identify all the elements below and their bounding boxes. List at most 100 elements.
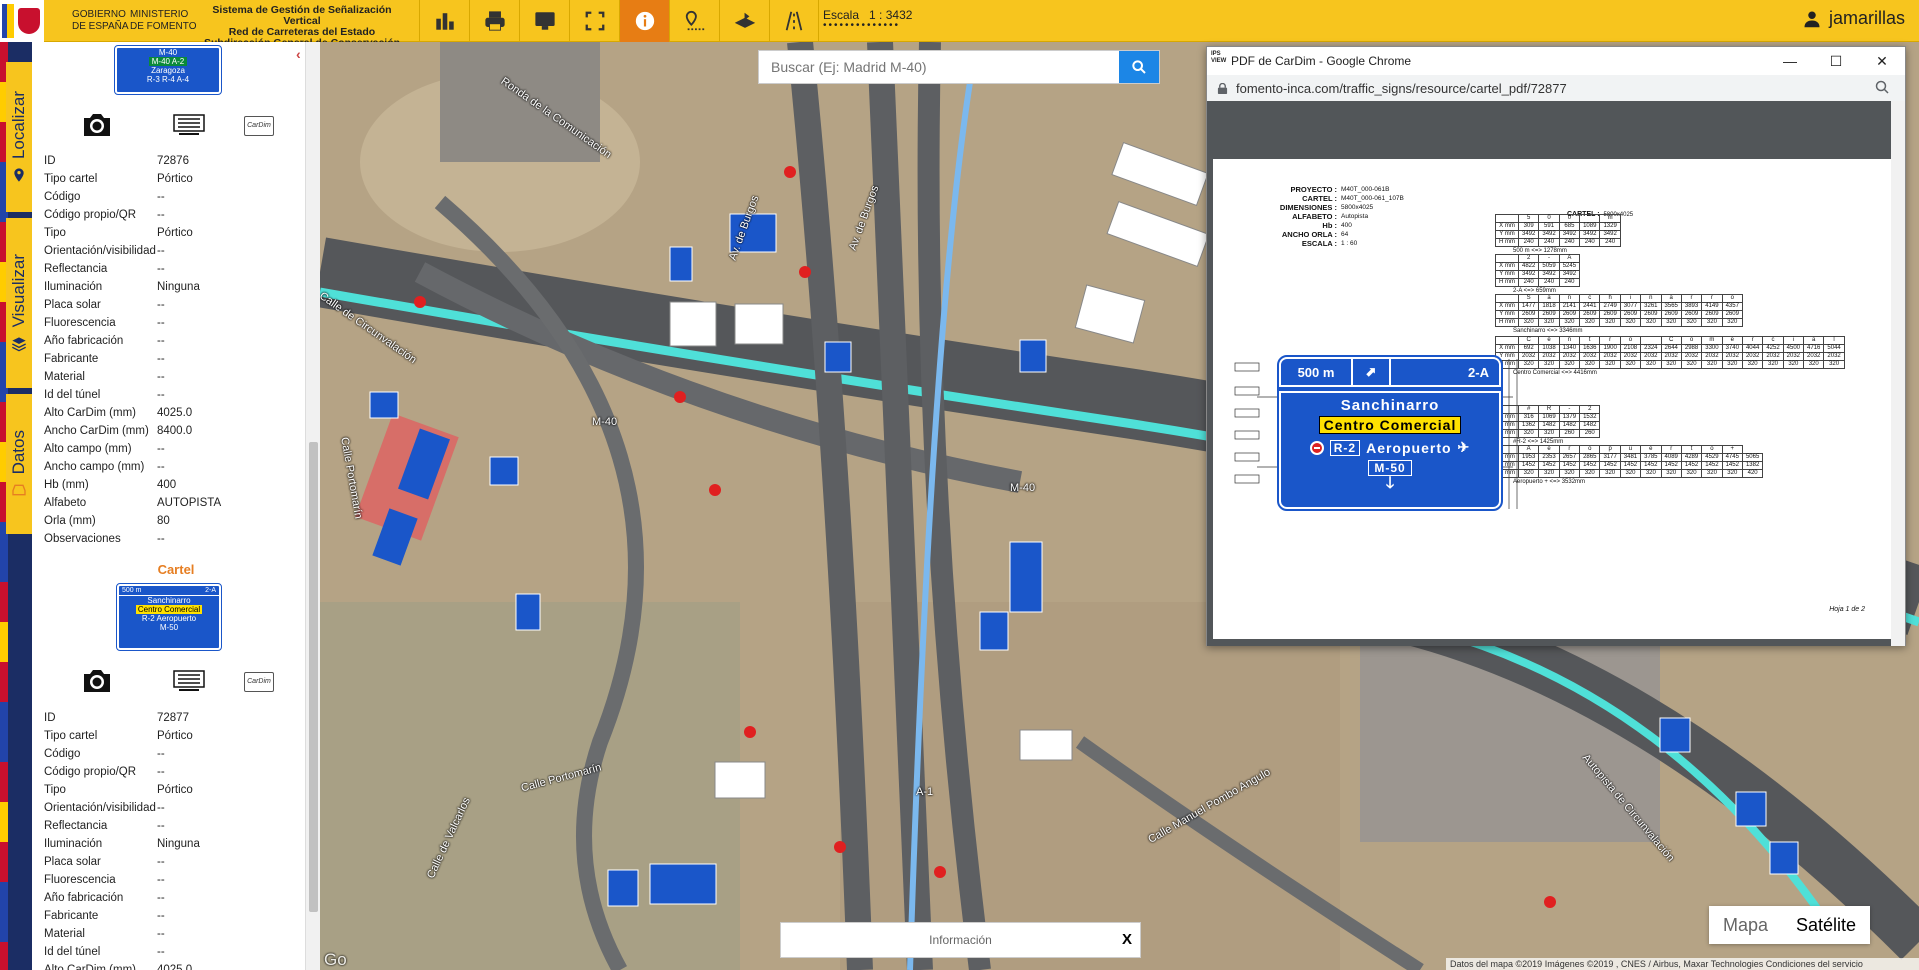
sign-line: Sanchinarro	[1340, 397, 1440, 414]
property-key: Tipo cartel	[44, 173, 98, 185]
highway-label: M-40	[1010, 482, 1036, 494]
property-key: Material	[44, 928, 85, 940]
table-cell: n	[1558, 336, 1581, 345]
close-icon[interactable]: ✕	[1859, 47, 1905, 75]
table-cell: r	[1660, 445, 1682, 454]
sign-thumbnail-72877[interactable]: 500 m 2-A Sanchinarro Centro Comercial R…	[116, 583, 222, 651]
table-cell: 1636	[1579, 344, 1601, 353]
monitor-icon	[534, 12, 555, 30]
layers-plane-button[interactable]	[719, 0, 769, 42]
table-cell: 4289	[1680, 453, 1703, 462]
table-cell: 1452	[1660, 461, 1682, 470]
sign-line: Centro Comercial	[135, 605, 203, 614]
metadata-value: 1 : 60	[1341, 240, 1358, 247]
table-cell: R	[1538, 405, 1560, 414]
monitor-button[interactable]	[519, 0, 569, 42]
fullscreen-button[interactable]	[569, 0, 619, 42]
sign-thumbnail-72876[interactable]: M-40 M-40 A-2 Zaragoza R-3 R-4 A-4	[114, 45, 222, 95]
property-value: Pórtico	[157, 784, 193, 796]
property-key: Iluminación	[44, 281, 103, 293]
table-cell: 320	[1660, 318, 1682, 327]
property-row: Reflectancia --	[44, 260, 314, 278]
table-cell: 240	[1517, 238, 1540, 247]
tab-localizar[interactable]: Localizar	[6, 62, 32, 212]
table-cell: 5065	[1741, 453, 1764, 462]
location-pin-icon	[14, 168, 24, 182]
table-cell: 3893	[1680, 302, 1703, 311]
table-cell: 1452	[1579, 461, 1601, 470]
table-cell: 1329	[1599, 222, 1621, 231]
search-input[interactable]	[759, 51, 1119, 83]
table-cell: 2988	[1680, 344, 1703, 353]
table-cell: 1532	[1579, 413, 1601, 422]
zoom-icon[interactable]	[1875, 80, 1889, 94]
property-key: Tipo	[44, 227, 66, 239]
sign-top-row: 500 m 2-A	[119, 586, 219, 596]
info-close-button[interactable]: X	[1122, 931, 1132, 948]
tab-visualizar[interactable]: Visualizar	[6, 218, 32, 388]
metadata-key: PROYECTO :	[1290, 185, 1337, 194]
property-key: Hb (mm)	[44, 479, 89, 491]
table-cell: r	[1558, 445, 1581, 454]
tab-datos[interactable]: Datos	[6, 394, 32, 534]
table-cell: 320	[1619, 469, 1642, 478]
pdf-scrollbar[interactable]	[1891, 101, 1905, 646]
table-cell: 692	[1517, 344, 1540, 353]
table-cell: 240	[1558, 278, 1581, 287]
search-button[interactable]	[1119, 51, 1159, 83]
sign-line: R-2 Aeropuerto ✈	[1281, 439, 1499, 456]
location-ruler-button[interactable]	[669, 0, 719, 42]
property-key: Código	[44, 191, 81, 203]
print-button[interactable]	[469, 0, 519, 42]
pdf-popup-window: IPS VIEW PDF de CarDim - Google Chrome —…	[1206, 46, 1906, 646]
address-bar[interactable]: fomento-inca.com/traffic_signs/resource/…	[1207, 75, 1905, 101]
bar-chart-button[interactable]	[419, 0, 469, 42]
table-cell: 2032	[1823, 352, 1845, 361]
info-button[interactable]	[619, 0, 669, 42]
table-cell: 320	[1579, 360, 1601, 369]
sign-destination: Aeropuerto	[1366, 439, 1452, 456]
minimize-icon[interactable]: —	[1767, 47, 1813, 75]
table-cell: 0	[1558, 214, 1581, 223]
google-logo: Go	[324, 950, 347, 969]
table-cell: 2609	[1517, 310, 1540, 319]
pdf-page: PROYECTO : M40T_000-061B CARTEL : M40T_000-…	[1213, 159, 1893, 639]
table-cell: C	[1660, 336, 1682, 345]
metadata-row: PROYECTO : M40T_000-061B	[1243, 185, 1404, 194]
panel-scrollbar[interactable]	[305, 42, 320, 970]
camera-icon[interactable]	[81, 110, 113, 138]
table-cell: 1900	[1599, 344, 1621, 353]
table-cell: 591	[1538, 222, 1560, 231]
cardim-icon[interactable]: CarDim	[244, 116, 274, 136]
metadata-row: DIMENSIONES : 5800x4025	[1243, 203, 1404, 212]
document-lines-icon[interactable]	[173, 670, 205, 692]
document-lines-icon[interactable]	[173, 114, 205, 136]
cardim-icon[interactable]: CarDim	[244, 672, 274, 692]
table-cell: 1452	[1640, 461, 1662, 470]
table-cell: 240	[1538, 278, 1560, 287]
user-menu[interactable]: jamarillas	[1803, 8, 1905, 29]
property-key: Alfabeto	[44, 497, 87, 509]
pdf-viewer[interactable]: PROYECTO : M40T_000-061B CARTEL : M40T_000-…	[1207, 101, 1905, 646]
table-cell: t	[1579, 336, 1601, 345]
map-button[interactable]: Mapa	[1709, 906, 1782, 944]
printer-icon	[484, 11, 505, 31]
satellite-button[interactable]: Satélite	[1782, 906, 1870, 944]
table-cell: a	[1803, 336, 1825, 345]
property-key: Fluorescencia	[44, 874, 116, 886]
maximize-icon[interactable]: ☐	[1813, 47, 1859, 75]
table-cell	[1495, 254, 1519, 263]
table-cell: 320	[1599, 360, 1621, 369]
table-cell	[1495, 294, 1519, 303]
table-cell: X mm	[1495, 344, 1519, 353]
camera-icon[interactable]	[81, 666, 113, 694]
collapse-panel-icon[interactable]: ‹	[296, 46, 301, 62]
property-value: --	[157, 820, 165, 832]
property-key: Ancho CarDim (mm)	[44, 425, 149, 437]
property-row: Código --	[44, 745, 314, 763]
table-cell: 3261	[1640, 302, 1662, 311]
road-button[interactable]	[769, 0, 819, 42]
table-cell: 2	[1579, 405, 1601, 414]
table-cell: c	[1762, 336, 1784, 345]
table-cell: r	[1741, 336, 1764, 345]
